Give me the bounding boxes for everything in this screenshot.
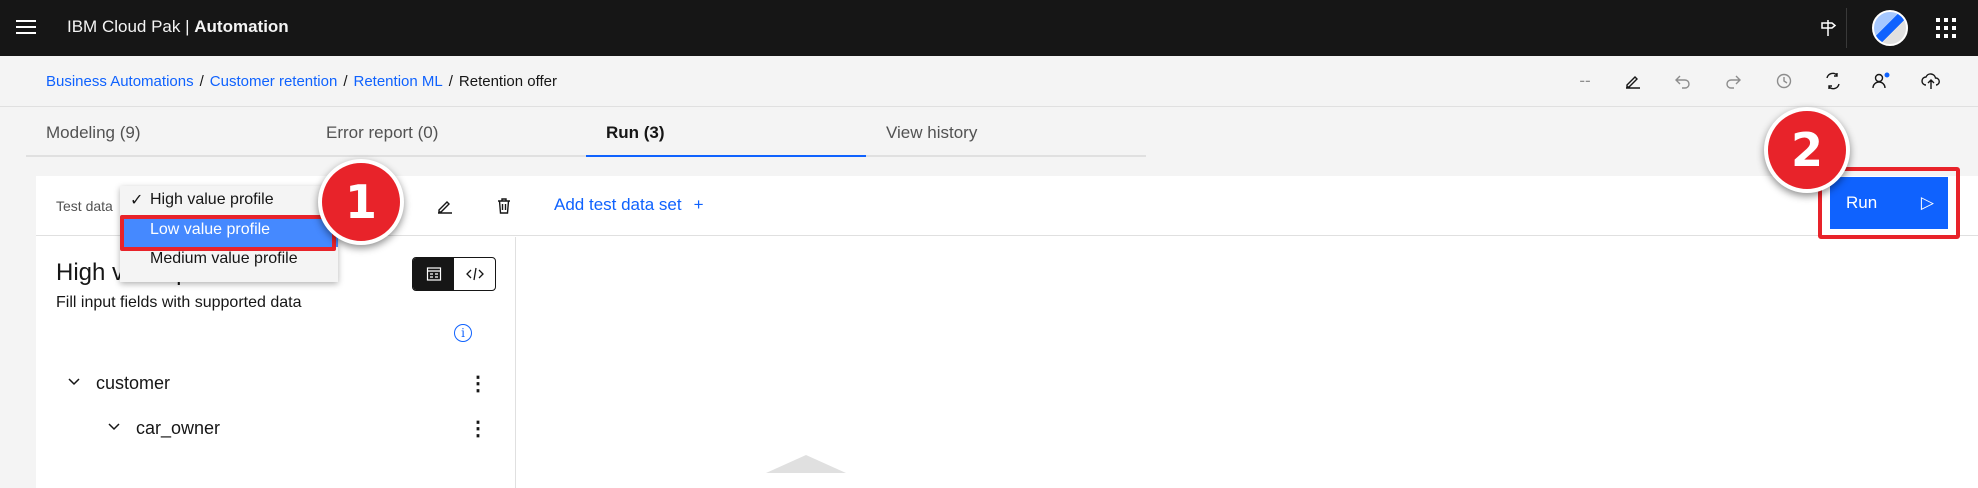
tab-modeling[interactable]: Modeling (9) bbox=[26, 107, 306, 157]
breadcrumb-customer-retention[interactable]: Customer retention bbox=[210, 73, 338, 90]
checkmark-icon: ✓ bbox=[130, 192, 144, 209]
breadcrumb-current: Retention offer bbox=[458, 73, 558, 90]
step-callout-2: 2 bbox=[1764, 107, 1850, 193]
dropdown-option-highlight bbox=[120, 215, 336, 251]
tab-run[interactable]: Run (3) bbox=[586, 107, 866, 157]
tab-error-report[interactable]: Error report (0) bbox=[306, 107, 586, 157]
breadcrumb-bar: Business Automations / Customer retention /… bbox=[0, 56, 1978, 107]
upload-icon[interactable] bbox=[1918, 68, 1944, 94]
form-view-icon[interactable] bbox=[413, 258, 454, 290]
empty-state-graphic bbox=[766, 455, 846, 473]
redo-icon[interactable] bbox=[1720, 68, 1746, 94]
tab-view-history[interactable]: View history bbox=[866, 107, 1146, 157]
dropdown-option-high-value[interactable]: ✓ High value profile bbox=[120, 188, 338, 217]
signpost-icon[interactable] bbox=[1812, 12, 1844, 44]
edit-icon bbox=[438, 201, 452, 214]
test-data-label: Test data bbox=[56, 198, 113, 214]
history-icon[interactable] bbox=[1770, 68, 1796, 94]
tree-node-label: customer bbox=[96, 373, 171, 393]
info-icon[interactable]: i bbox=[454, 324, 472, 342]
overflow-menu-icon[interactable]: ⋮ bbox=[468, 371, 488, 396]
breadcrumb-retention-ml[interactable]: Retention ML bbox=[354, 73, 443, 90]
breadcrumb-separator: / bbox=[199, 73, 204, 90]
app-switcher-icon[interactable] bbox=[1930, 12, 1962, 44]
profile-subtitle: Fill input fields with supported data bbox=[56, 294, 302, 311]
divider bbox=[1846, 8, 1847, 48]
menu-icon[interactable] bbox=[14, 16, 38, 40]
product-brand: IBM Cloud Pak | Automation bbox=[67, 17, 289, 37]
overflow-menu-icon[interactable]: ⋮ bbox=[468, 416, 488, 441]
dropdown-option-medium-value[interactable]: Medium value profile bbox=[120, 247, 338, 276]
add-test-data-set-link[interactable]: Add test data set + bbox=[554, 195, 704, 215]
delete-test-data-button[interactable] bbox=[488, 190, 520, 222]
option-label: Medium value profile bbox=[150, 250, 298, 267]
edit-icon[interactable] bbox=[1620, 68, 1646, 94]
breadcrumb-separator: / bbox=[343, 73, 348, 90]
breadcrumb-separator: / bbox=[448, 73, 453, 90]
top-navigation-bar: IBM Cloud Pak | Automation bbox=[0, 0, 1978, 56]
add-test-data-label: Add test data set bbox=[554, 195, 682, 214]
edit-test-data-button[interactable] bbox=[429, 190, 461, 222]
undo-icon[interactable] bbox=[1670, 68, 1696, 94]
tree-node-label: car_owner bbox=[136, 418, 221, 438]
status-indicator: -- bbox=[1579, 71, 1591, 90]
user-avatar[interactable] bbox=[1868, 6, 1912, 50]
chevron-down-icon[interactable] bbox=[66, 373, 82, 394]
breadcrumb-business-automations[interactable]: Business Automations bbox=[46, 73, 194, 90]
run-label: Run bbox=[1846, 193, 1878, 212]
tree-node-car-owner[interactable]: car_owner ⋮ bbox=[36, 410, 516, 450]
brand-product: Automation bbox=[194, 17, 289, 36]
compare-icon[interactable] bbox=[1820, 68, 1846, 94]
user-icon[interactable] bbox=[1868, 68, 1894, 94]
step-callout-1: 1 bbox=[318, 159, 404, 245]
breadcrumb: Business Automations / Customer retention /… bbox=[46, 73, 557, 90]
option-label: High value profile bbox=[150, 191, 274, 208]
run-button[interactable]: Run ▷ bbox=[1830, 177, 1948, 229]
trash-icon bbox=[498, 198, 510, 214]
code-view-icon[interactable] bbox=[454, 258, 495, 290]
brand-prefix: IBM Cloud Pak | bbox=[67, 17, 195, 36]
chevron-down-icon[interactable] bbox=[106, 418, 122, 439]
tree-node-customer[interactable]: customer ⋮ bbox=[36, 365, 516, 405]
plus-icon: + bbox=[693, 195, 704, 214]
play-icon: ▷ bbox=[1920, 193, 1934, 212]
view-switcher bbox=[412, 257, 496, 291]
avatar bbox=[1872, 10, 1908, 46]
